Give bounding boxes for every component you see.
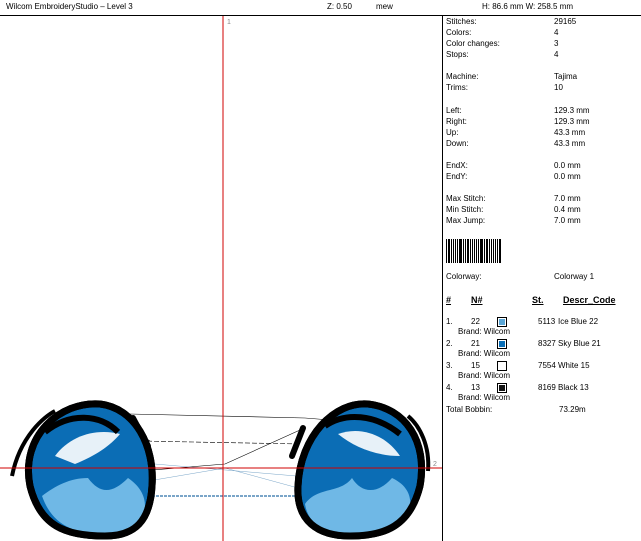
zoom-label: Z: 0.50: [327, 2, 352, 11]
stat-row: Up: 43.3 mm: [446, 128, 586, 137]
stat-row: Machine: Tajima: [446, 72, 578, 81]
colorway-row: Colorway: Colorway 1: [446, 272, 595, 281]
stat-row: Max Stitch: 7.0 mm: [446, 194, 581, 203]
barcode-bar: [469, 239, 471, 263]
right-eye: [289, 400, 431, 540]
thread-brand: Brand: Wilcom: [458, 393, 511, 402]
stat-row: Right: 129.3 mm: [446, 117, 590, 126]
stat-row: Stitches: 29165: [446, 17, 577, 26]
thread-brand: Brand: Wilcom: [458, 349, 511, 358]
thread-brand: Brand: Wilcom: [458, 371, 511, 380]
barcode-bar: [463, 239, 465, 263]
marker-top: 1: [227, 19, 231, 26]
thread-color-swatch: [497, 339, 507, 349]
report-header: Wilcom EmbroideryStudio – Level 3 Z: 0.5…: [0, 0, 641, 16]
barcode-bar: [473, 239, 476, 263]
stat-row: Stops: 4: [446, 50, 559, 59]
barcode-bar: [471, 239, 473, 263]
thread-color-swatch: [497, 317, 507, 327]
stat-row: Min Stitch: 0.4 mm: [446, 205, 581, 214]
column-header-description: Descr_Code: [563, 295, 616, 305]
column-header-index: #: [446, 295, 452, 305]
stat-row: EndX: 0.0 mm: [446, 161, 581, 170]
stat-row: Max Jump: 7.0 mm: [446, 216, 581, 225]
barcode-bar: [485, 239, 488, 263]
barcode-bar: [492, 239, 494, 263]
marker-right: 2: [433, 461, 437, 468]
barcode-bar: [490, 239, 492, 263]
design-name: mew: [376, 2, 393, 11]
barcode-bar: [457, 239, 459, 263]
barcode-bar: [446, 239, 447, 263]
thread-color-swatch: [497, 383, 507, 393]
barcode-bar: [454, 239, 457, 263]
stat-row: Color changes: 3: [446, 39, 559, 48]
column-header-needle: N#: [471, 295, 483, 305]
barcode-bar: [494, 239, 497, 263]
column-header-stitches: St.: [532, 295, 544, 305]
barcode-bar: [497, 239, 499, 263]
stat-row: Colors: 4: [446, 28, 559, 37]
stat-row: EndY: 0.0 mm: [446, 172, 581, 181]
left-eye: [10, 400, 156, 540]
design-canvas: 1 2: [0, 16, 443, 541]
barcode-bar: [465, 239, 466, 263]
total-bobbin-row: Total Bobbin: 73.29m: [446, 405, 586, 414]
barcode-bar: [476, 239, 478, 263]
design-preview: 1 2: [0, 16, 442, 541]
stat-row: Left: 129.3 mm: [446, 106, 590, 115]
barcode-bar: [466, 239, 469, 263]
thread-brand: Brand: Wilcom: [458, 327, 511, 336]
barcode-bar: [459, 239, 463, 263]
stat-row: Down: 43.3 mm: [446, 139, 586, 148]
barcode-image: [446, 239, 502, 263]
barcode-bar: [484, 239, 485, 263]
stat-row: Trims: 10: [446, 83, 563, 92]
app-title: Wilcom EmbroideryStudio – Level 3: [6, 2, 133, 11]
barcode-bar: [488, 239, 490, 263]
barcode-bar: [480, 239, 484, 263]
barcode-bar: [478, 239, 480, 263]
barcode-bar: [499, 239, 502, 263]
design-dimensions: H: 86.6 mm W: 258.5 mm: [482, 2, 573, 11]
barcode-bar: [447, 239, 450, 263]
thread-color-swatch: [497, 361, 507, 371]
barcode-bar: [450, 239, 452, 263]
barcode-bar: [452, 239, 454, 263]
design-info-panel: Stitches: 29165 Colors: 4 Color changes: 3 …: [443, 16, 641, 541]
